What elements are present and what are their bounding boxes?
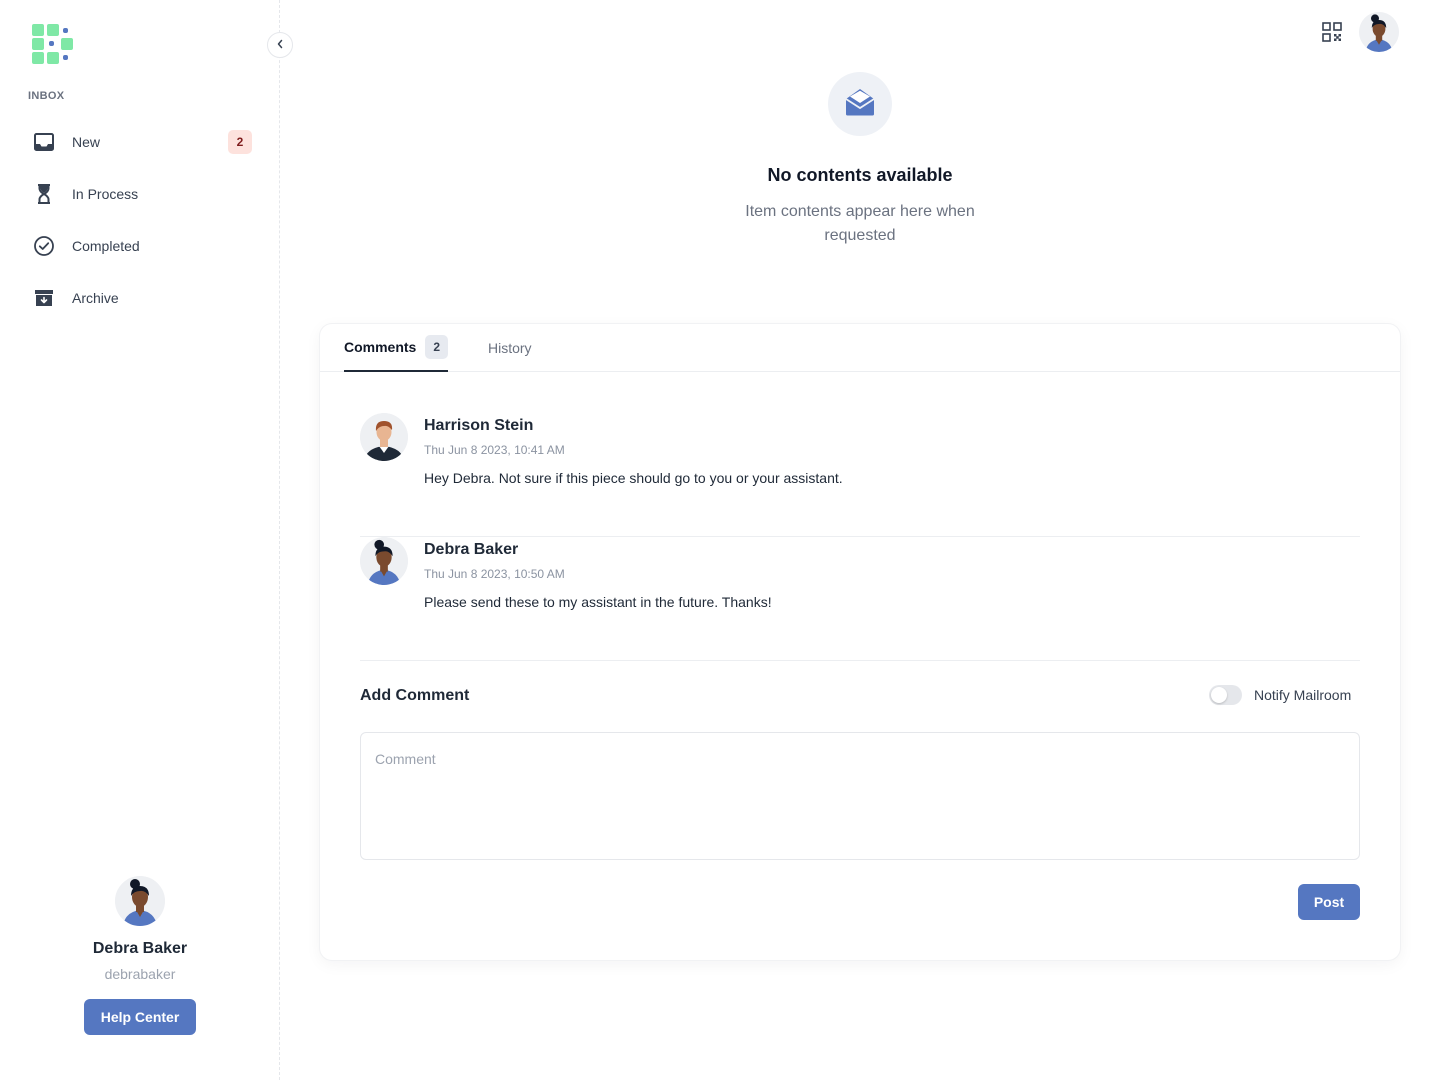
avatar [360,537,408,585]
collapse-sidebar-button[interactable] [267,32,293,58]
tab-comments[interactable]: Comments 2 [344,324,448,372]
tab-history[interactable]: History [488,324,532,372]
comment-text: Hey Debra. Not sure if this piece should… [424,470,843,486]
notify-mailroom-toggle[interactable] [1209,685,1242,705]
comment-item: Debra Baker Thu Jun 8 2023, 10:50 AM Ple… [360,537,1360,661]
avatar[interactable] [115,876,165,926]
comment-timestamp: Thu Jun 8 2023, 10:41 AM [424,443,565,457]
avatar [360,413,408,461]
profile-username: debrabaker [104,966,176,982]
user-avatar-button[interactable] [1359,12,1399,52]
tab-label: History [488,340,532,356]
sidebar-item-label: Archive [72,290,119,306]
toggle-knob [1211,687,1227,703]
comments-count-badge: 2 [425,335,448,359]
comment-text: Please send these to my assistant in the… [424,594,772,610]
post-button[interactable]: Post [1298,884,1360,920]
sidebar-item-in-process[interactable]: In Process [20,168,264,220]
sidebar-item-new[interactable]: New 2 [20,116,264,168]
sidebar-item-completed[interactable]: Completed [20,220,264,272]
qr-code-button[interactable] [1322,22,1342,42]
comment-author: Debra Baker [424,541,519,558]
sidebar-item-label: New [72,134,101,150]
inbox-nav: New 2 In Process Completed Archive [20,116,264,324]
new-count-badge: 2 [228,130,252,154]
inbox-section-label: INBOX [28,90,65,102]
archive-box-icon [32,286,56,310]
sidebar-item-archive[interactable]: Archive [20,272,264,324]
comment-input[interactable] [360,732,1360,860]
notify-mailroom-label: Notify Mailroom [1254,687,1352,703]
envelope-open-icon [844,87,876,122]
empty-state-description: Item contents appear here when requested [745,203,975,244]
empty-state-title: No contents available [767,165,953,185]
comment-author: Harrison Stein [424,417,534,434]
sidebar-item-label: In Process [72,186,139,202]
user-profile: Debra Baker debrabaker Help Center [0,876,280,1035]
empty-state: No contents available Item contents appe… [320,72,1400,248]
sidebar: INBOX New 2 In Process Completed Archive… [0,0,280,1080]
comments-card: Comments 2 History Harrison Stein Thu Ju… [320,324,1400,960]
qr-code-icon [1322,22,1342,46]
add-comment-title: Add Comment [360,687,470,704]
chevron-left-icon [276,36,284,54]
help-center-button[interactable]: Help Center [84,999,196,1035]
profile-name: Debra Baker [92,940,188,957]
check-circle-icon [32,234,56,258]
tab-bar: Comments 2 History [320,324,1400,372]
comment-timestamp: Thu Jun 8 2023, 10:50 AM [424,567,565,581]
tab-label: Comments [344,339,417,355]
inbox-tray-icon [32,130,56,154]
notify-mailroom-toggle-group[interactable]: Notify Mailroom [1209,685,1351,705]
app-logo[interactable] [32,24,74,64]
sidebar-item-label: Completed [72,238,140,254]
hourglass-icon [32,182,56,206]
comment-item: Harrison Stein Thu Jun 8 2023, 10:41 AM … [360,413,1360,537]
empty-state-badge [828,72,892,136]
